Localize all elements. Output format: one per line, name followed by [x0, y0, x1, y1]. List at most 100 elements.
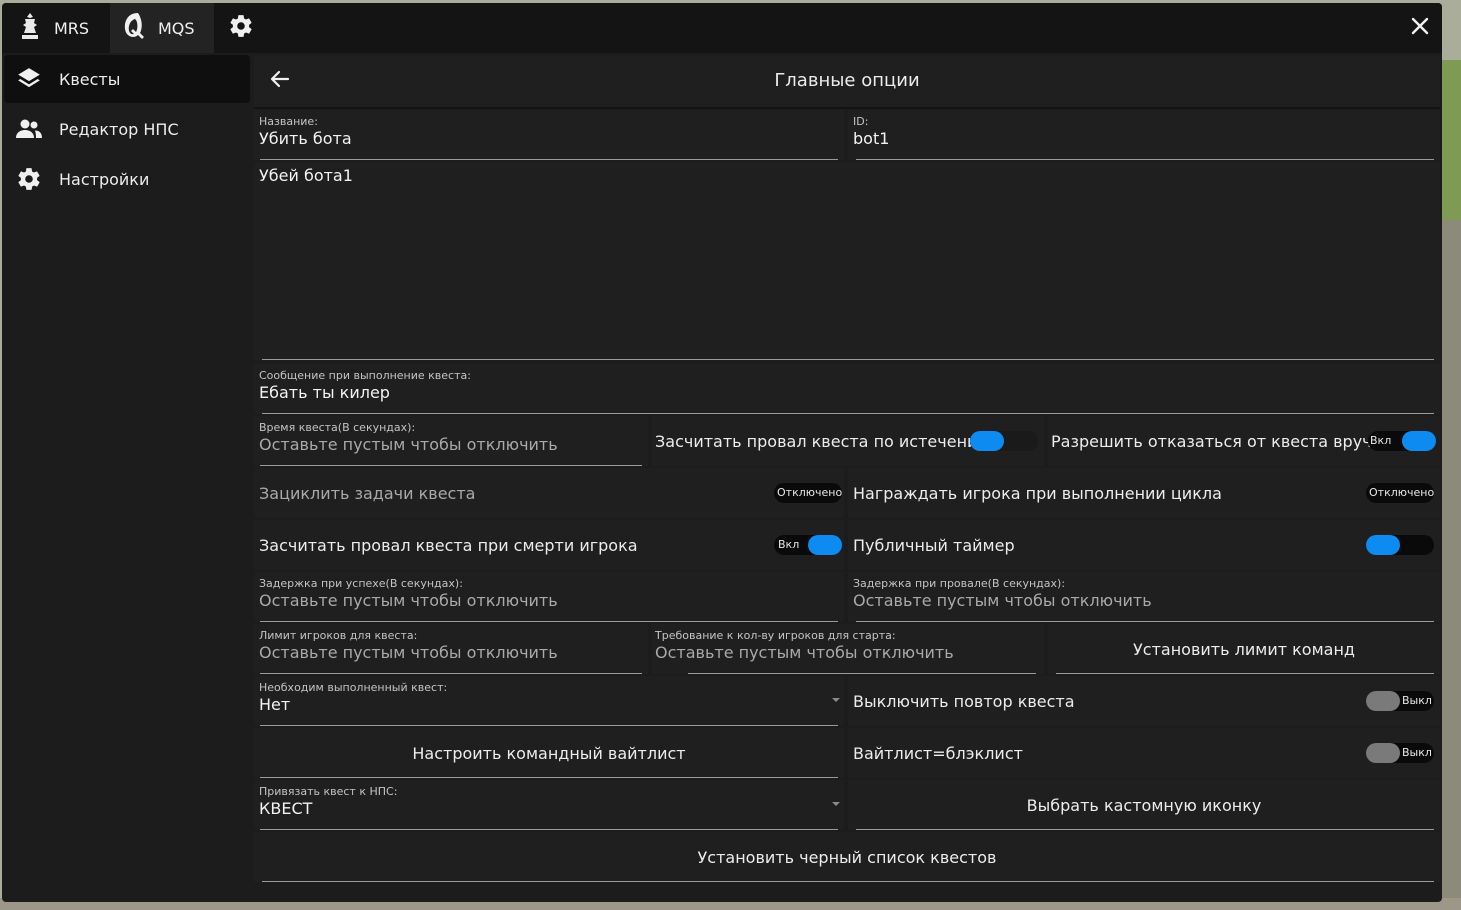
underline	[856, 829, 1434, 830]
toggle-label: Публичный таймер	[853, 536, 1015, 555]
completion-message-field[interactable]: Сообщение при выполнение квеста: Ебать т…	[254, 364, 1440, 414]
fail-on-death-toggle-row: Засчитать провал квеста при смерти игрок…	[254, 520, 844, 570]
top-bar: MRS MQS	[2, 3, 1442, 53]
field-value: КВЕСТ	[259, 799, 313, 818]
disable-repeat-toggle[interactable]: Выкл	[1366, 691, 1434, 711]
sidebar-item-label: Редактор НПС	[59, 119, 179, 139]
tab-mrs[interactable]: MRS	[8, 3, 108, 53]
underline	[1056, 673, 1434, 674]
underline	[262, 413, 1434, 414]
team-whitelist-button[interactable]: Настроить командный вайтлист	[254, 728, 844, 778]
field-placeholder: Оставьте пустым чтобы отключить	[655, 643, 954, 662]
public-timer-toggle-row: Публичный таймер	[848, 520, 1440, 570]
field-label: ID:	[853, 115, 869, 128]
loop-tasks-toggle[interactable]: Отключено	[774, 483, 842, 503]
field-label: Необходим выполненный квест:	[259, 681, 448, 694]
chevron-down-icon	[832, 802, 840, 806]
sidebar-item-quests[interactable]: Квесты	[4, 55, 250, 103]
field-label: Требование к кол-ву игроков для старта:	[655, 629, 896, 642]
underline	[688, 673, 1036, 674]
button-label: Настроить командный вайтлист	[412, 744, 686, 763]
field-label: Лимит игроков для квеста:	[259, 629, 418, 642]
toggle-state: Отключено	[1369, 486, 1435, 499]
player-requirement-field[interactable]: Требование к кол-ву игроков для старта: …	[652, 624, 1044, 674]
success-delay-field[interactable]: Задержка при успехе(В секундах): Оставьт…	[254, 572, 844, 622]
allow-refuse-toggle-row: Разрешить отказаться от квеста вручную В…	[1048, 416, 1440, 466]
whitelist-blacklist-toggle[interactable]: Выкл	[1366, 743, 1434, 763]
settings-button[interactable]	[224, 3, 258, 53]
underline	[262, 881, 1434, 882]
underline	[260, 621, 838, 622]
button-label: Выбрать кастомную иконку	[1026, 796, 1262, 815]
field-value: Ебать ты килер	[259, 383, 390, 402]
gear-icon	[14, 166, 44, 192]
toggle-knob	[1366, 691, 1400, 711]
toggle-state: Вкл	[778, 538, 800, 551]
player-limit-field[interactable]: Лимит игроков для квеста: Оставьте пусты…	[254, 624, 648, 674]
team-limit-button[interactable]: Установить лимит команд	[1048, 624, 1440, 674]
sidebar-item-settings[interactable]: Настройки	[4, 155, 250, 203]
field-placeholder: Оставьте пустым чтобы отключить	[853, 591, 1152, 610]
button-label: Установить черный список квестов	[697, 848, 997, 867]
underline	[856, 621, 1434, 622]
underline	[260, 829, 838, 830]
button-label: Установить лимит команд	[1133, 640, 1355, 659]
toggle-knob	[808, 535, 842, 555]
close-button[interactable]	[1402, 10, 1438, 46]
bind-npc-select[interactable]: Привязать квест к НПС: КВЕСТ	[254, 780, 844, 830]
field-label: Сообщение при выполнение квеста:	[259, 369, 471, 382]
field-label: Задержка при успехе(В секундах):	[259, 577, 463, 590]
tab-mqs[interactable]: MQS	[110, 3, 214, 53]
gear-icon	[228, 13, 254, 43]
toggle-state: Выкл	[1402, 694, 1432, 707]
fail-on-timeout-toggle[interactable]	[970, 431, 1038, 451]
field-value: Убей бота1	[259, 166, 353, 185]
toggle-knob	[1366, 743, 1400, 763]
field-label: Время квеста(В секундах):	[259, 421, 416, 434]
mqs-logo-icon	[120, 11, 146, 45]
toggle-state: Отключено	[777, 486, 843, 499]
underline	[856, 159, 1434, 160]
toggle-state: Выкл	[1402, 746, 1432, 759]
quest-editor-window: MRS MQS Квесты Редактор НПС Настройки Гл…	[2, 3, 1442, 902]
sidebar: Квесты Редактор НПС Настройки	[2, 55, 252, 902]
fail-on-death-toggle[interactable]: Вкл	[774, 535, 842, 555]
page-title: Главные опции	[774, 70, 920, 91]
reward-cycle-toggle[interactable]: Отключено	[1366, 483, 1434, 503]
sidebar-item-npc-editor[interactable]: Редактор НПС	[4, 105, 250, 153]
sidebar-item-label: Настройки	[59, 169, 150, 189]
chess-icon	[18, 12, 42, 44]
toggle-label: Выключить повтор квеста	[853, 692, 1075, 711]
toggle-label: Вайтлист=блэклист	[853, 744, 1023, 763]
public-timer-toggle[interactable]	[1366, 535, 1434, 555]
allow-refuse-toggle[interactable]: Вкл	[1368, 431, 1436, 451]
toggle-label: Награждать игрока при выполнении цикла	[853, 484, 1222, 503]
underline	[260, 159, 838, 160]
toggle-label: Разрешить отказаться от квеста вручную	[1051, 432, 1406, 451]
fail-delay-field[interactable]: Задержка при провале(В секундах): Оставь…	[848, 572, 1440, 622]
disable-repeat-toggle-row: Выключить повтор квеста Выкл	[848, 676, 1440, 726]
quest-time-field[interactable]: Время квеста(В секундах): Оставьте пусты…	[254, 416, 648, 466]
field-placeholder: Оставьте пустым чтобы отключить	[259, 643, 558, 662]
quest-blacklist-button[interactable]: Установить черный список квестов	[254, 832, 1440, 882]
fail-on-timeout-toggle-row: Засчитать провал квеста по истечению тай…	[652, 416, 1044, 466]
toggle-knob	[970, 431, 1004, 451]
field-value: bot1	[853, 129, 890, 148]
underline	[260, 465, 642, 466]
main-panel: Главные опции Название: Убить бота ID: b…	[254, 55, 1440, 902]
toggle-knob	[1366, 535, 1400, 555]
toggle-label: Засчитать провал квеста при смерти игрок…	[259, 536, 638, 555]
quest-description-textarea[interactable]: Убей бота1	[254, 162, 1440, 360]
quest-name-field[interactable]: Название: Убить бота	[254, 110, 844, 160]
sidebar-item-label: Квесты	[59, 69, 121, 89]
custom-icon-button[interactable]: Выбрать кастомную иконку	[848, 780, 1440, 830]
whitelist-blacklist-toggle-row: Вайтлист=блэклист Выкл	[848, 728, 1440, 778]
reward-cycle-toggle-row: Награждать игрока при выполнении цикла О…	[848, 468, 1440, 518]
close-icon	[1411, 17, 1429, 39]
users-icon	[14, 117, 44, 141]
tab-mqs-label: MQS	[158, 18, 195, 38]
underline	[260, 725, 838, 726]
quest-id-field[interactable]: ID: bot1	[848, 110, 1440, 160]
required-quest-select[interactable]: Необходим выполненный квест: Нет	[254, 676, 844, 726]
toggle-state: Вкл	[1370, 434, 1392, 447]
